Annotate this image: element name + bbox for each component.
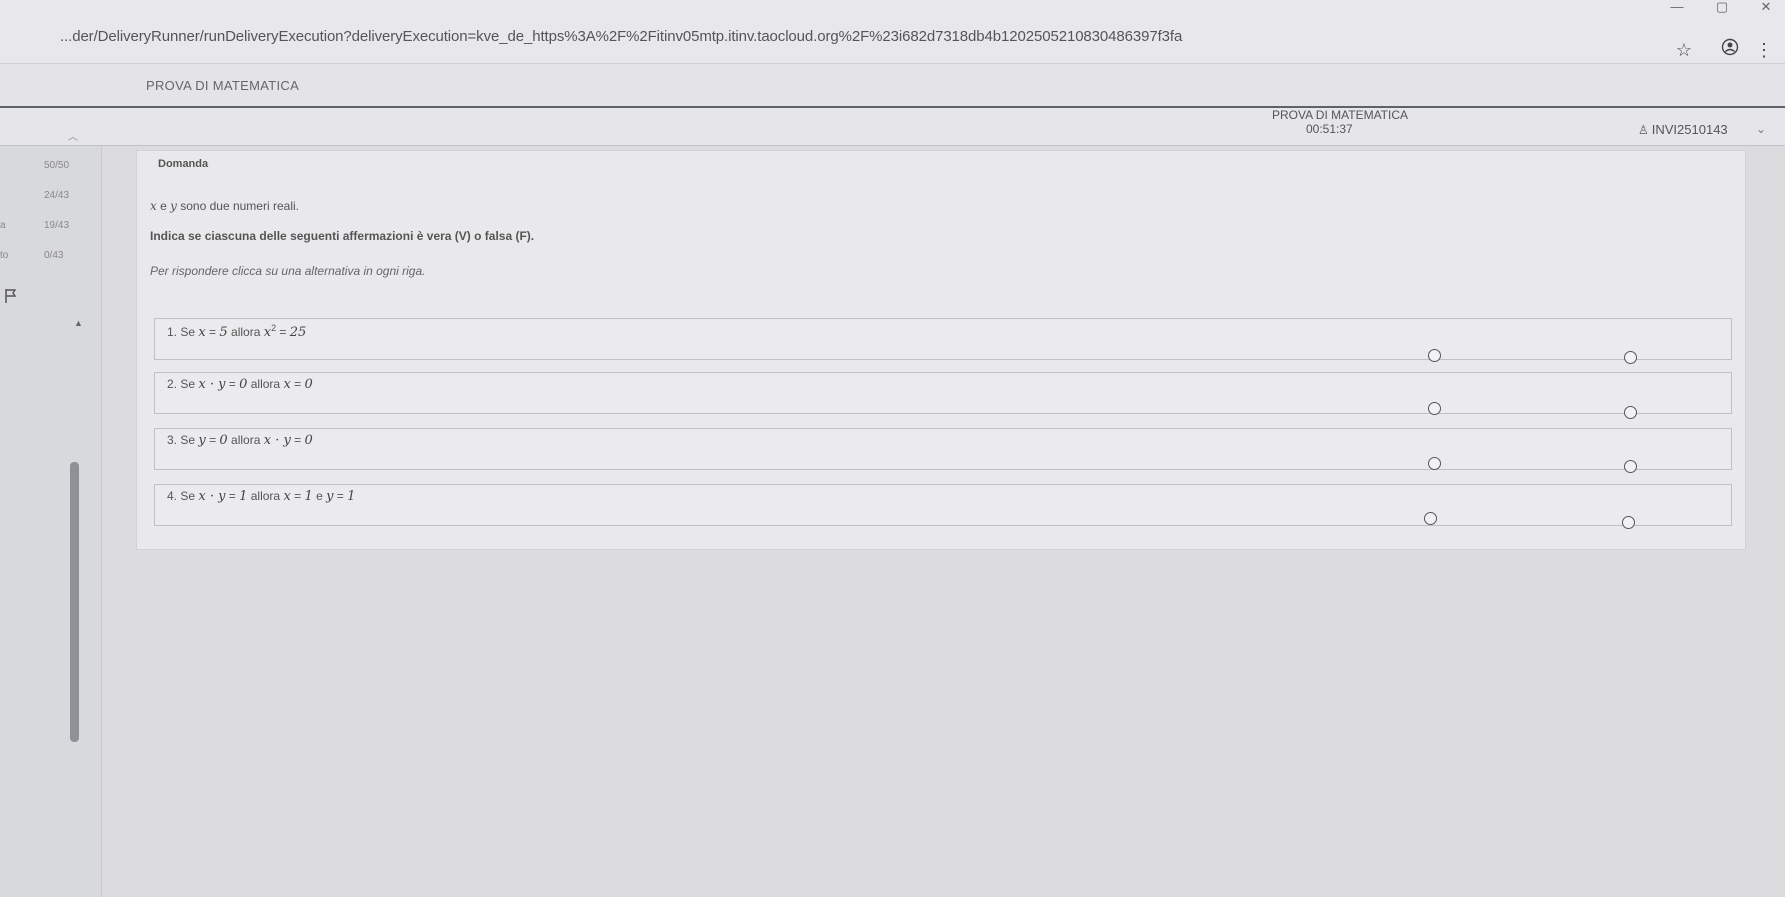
chevron-down-icon[interactable]: ⌄ [1756,122,1766,136]
question-heading: Domanda [158,158,209,170]
radio-false-4[interactable] [1622,516,1635,529]
radio-true-2[interactable] [1428,402,1441,415]
statement-text: 3. Se y = 0 allora x · y = 0 [167,433,313,448]
scrollbar[interactable] [70,462,79,742]
section-progress: 0/43 [44,250,64,261]
address-bar[interactable]: ...der/DeliveryRunner/runDeliveryExecuti… [60,28,1182,45]
statement-text: 2. Se x · y = 0 allora x = 0 [167,377,313,392]
radio-true-4[interactable] [1424,512,1437,525]
statement-row: 4. Se x · y = 1 allora x = 1 e y = 1 [154,484,1732,526]
statement-row: 1. Se x = 5 allora x2 = 25 [154,318,1732,360]
test-info-bar: PROVA DI MATEMATICA 00:51:37 ♙ INVI251014… [0,108,1785,146]
profile-icon[interactable] [1718,38,1742,62]
radio-true-1[interactable] [1428,349,1441,362]
app-title: PROVA DI MATEMATICA [146,78,300,93]
close-window-button[interactable]: ✕ [1751,0,1781,18]
statement-row: 3. Se y = 0 allora x · y = 0 [154,428,1732,470]
question-instruction: Indica se ciascuna delle seguenti afferm… [150,229,535,243]
timer: 00:51:37 [1306,122,1353,136]
radio-false-3[interactable] [1624,460,1637,473]
kebab-menu-icon[interactable]: ⋮ [1752,38,1776,62]
section-progress: 24/43 [44,190,70,201]
section-progress: 50/50 [44,160,70,171]
sidebar-section[interactable]: to 0/43 [0,250,102,268]
restore-button[interactable]: ▢ [1707,0,1737,18]
section-progress: 19/43 [44,220,70,231]
minimize-button[interactable]: — [1662,0,1692,18]
sidebar-section[interactable]: 24/43 [0,190,102,208]
exam-name: PROVA DI MATEMATICA [1272,108,1409,122]
radio-false-2[interactable] [1624,406,1637,419]
statement-text: 1. Se x = 5 allora x2 = 25 [167,323,307,340]
statement-row: 2. Se x · y = 0 allora x = 0 [154,372,1732,414]
user-id: INVI2510143 [1651,122,1728,137]
statement-text: 4. Se x · y = 1 allora x = 1 e y = 1 [167,489,356,504]
flag-icon[interactable] [4,288,18,304]
sidebar-section[interactable]: a 19/43 [0,220,102,238]
question-hint: Per rispondere clicca su una alternativa… [150,264,426,278]
radio-false-1[interactable] [1624,351,1637,364]
user-menu[interactable]: ♙ INVI2510143 [1638,122,1728,137]
radio-true-3[interactable] [1428,457,1441,470]
chevron-up-icon[interactable]: ︿ [68,128,78,143]
question-intro: x e y sono due numeri reali. [150,199,299,213]
sidebar: ︿ 50/50 24/43 a 19/43 to 0/43 ▲ [0,132,102,897]
user-icon: ♙ [1638,123,1649,137]
browser-chrome: ...der/DeliveryRunner/runDeliveryExecuti… [0,0,1785,64]
app-header: PROVA DI MATEMATICA [0,64,1785,108]
caret-up-icon[interactable]: ▲ [74,318,83,328]
sidebar-section[interactable]: 50/50 [0,160,102,178]
star-icon[interactable]: ☆ [1672,38,1696,62]
